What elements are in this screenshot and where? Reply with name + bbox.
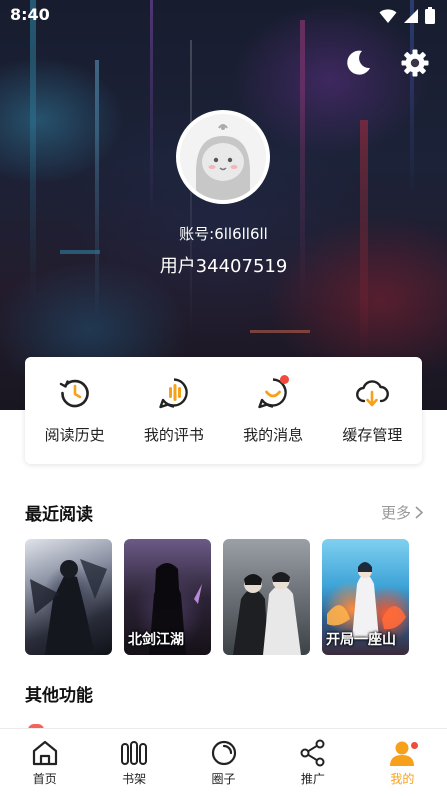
recent-books-list: 北剑江湖 开局一座山 (25, 539, 409, 655)
avatar[interactable] (176, 110, 270, 204)
quick-action-label: 缓存管理 (342, 426, 403, 444)
quick-action-label: 阅读历史 (44, 426, 105, 444)
book-art (30, 559, 107, 655)
book-cover[interactable] (25, 539, 112, 655)
review-icon (159, 378, 188, 409)
chevron-right-icon (415, 506, 423, 519)
username: 用户34407519 (159, 256, 288, 277)
unread-badge (280, 375, 290, 384)
settings-button[interactable] (400, 48, 430, 78)
circle-icon (211, 740, 236, 766)
status-time: 8:40 (10, 5, 50, 24)
tab-circle[interactable]: 圈子 (179, 729, 268, 796)
recent-reading-title: 最近阅读 (25, 505, 93, 525)
tab-label: 书架 (122, 772, 147, 786)
book-cover-title: 开局一座山 (326, 632, 396, 648)
tab-label: 圈子 (211, 772, 236, 786)
profile-header-background (0, 0, 447, 410)
battery-icon (425, 7, 435, 24)
tab-label: 首页 (32, 772, 57, 786)
bottom-tab-bar: 首页 书架 圈子 推广 我的 (0, 728, 447, 796)
bookshelf-icon (121, 741, 148, 765)
other-functions-title: 其他功能 (25, 686, 93, 706)
book-art (233, 572, 301, 655)
wifi-icon (379, 8, 397, 23)
quick-action-cache-management[interactable]: 缓存管理 (323, 357, 422, 464)
share-icon (300, 739, 325, 767)
tab-label: 推广 (300, 772, 325, 786)
tab-label: 我的 (390, 772, 415, 786)
status-bar: 8:40 (0, 0, 447, 30)
system-indicators (379, 7, 435, 24)
quick-actions-card: 阅读历史 我的评书 我的消息 缓存管理 (25, 357, 422, 464)
notification-badge (410, 741, 420, 750)
tab-home[interactable]: 首页 (0, 729, 89, 796)
quick-action-label: 我的消息 (243, 426, 304, 444)
more-label: 更多 (380, 504, 411, 522)
history-icon (59, 379, 89, 408)
tab-bookshelf[interactable]: 书架 (89, 729, 178, 796)
night-mode-button[interactable] (343, 48, 373, 78)
quick-action-my-messages[interactable]: 我的消息 (224, 357, 323, 464)
moon-icon (347, 50, 370, 75)
book-cover[interactable] (223, 539, 310, 655)
quick-action-my-reviews[interactable]: 我的评书 (124, 357, 223, 464)
tab-profile[interactable]: 我的 (358, 729, 447, 796)
account-id: 账号:6ll6ll6ll (179, 225, 268, 243)
home-icon (32, 740, 57, 766)
more-button[interactable]: 更多 (381, 502, 423, 523)
gear-icon (401, 49, 429, 77)
signal-icon (404, 8, 418, 23)
quick-action-reading-history[interactable]: 阅读历史 (25, 357, 124, 464)
book-cover[interactable]: 开局一座山 (322, 539, 409, 655)
default-avatar-icon (180, 114, 266, 200)
book-cover-title: 北剑江湖 (128, 632, 184, 648)
cloud-download-icon (356, 380, 390, 407)
book-cover[interactable]: 北剑江湖 (124, 539, 211, 655)
tab-promote[interactable]: 推广 (268, 729, 357, 796)
quick-action-label: 我的评书 (143, 426, 204, 444)
